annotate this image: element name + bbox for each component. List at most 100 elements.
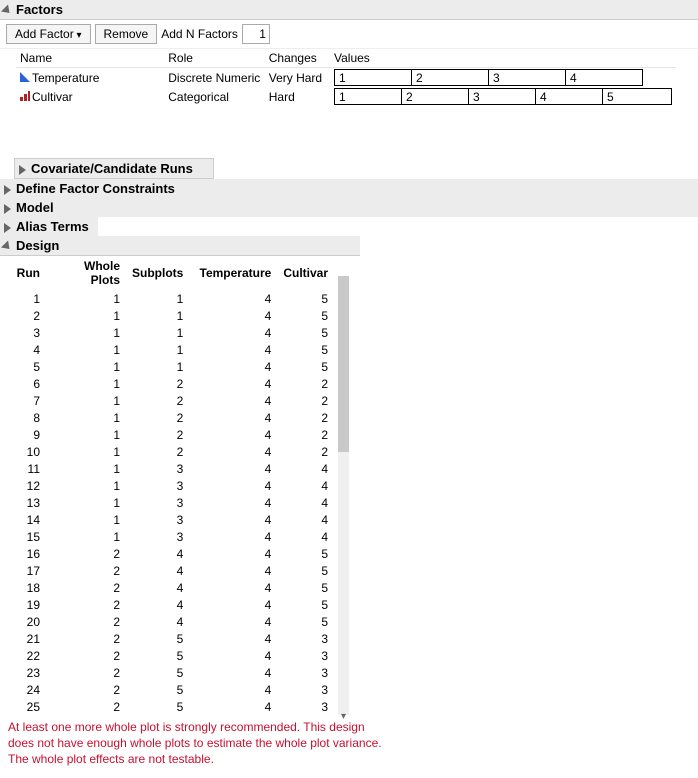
value-cell[interactable]: 3 <box>468 88 536 105</box>
table-row[interactable]: 41145 <box>6 341 334 358</box>
cell-temp: 4 <box>189 477 277 494</box>
table-row[interactable]: 11145 <box>6 290 334 307</box>
cell-cult: 4 <box>277 528 334 545</box>
add-n-input[interactable] <box>242 24 270 44</box>
cell-cult: 5 <box>277 358 334 375</box>
warning-text: At least one more whole plot is strongly… <box>0 715 400 778</box>
cell-temp: 4 <box>189 324 277 341</box>
factor-row[interactable]: TemperatureDiscrete NumericVery Hard1234 <box>16 68 676 88</box>
chevron-down-icon <box>4 6 14 16</box>
cell-whole: 2 <box>46 698 126 715</box>
factor-values[interactable]: 1234 <box>334 69 672 86</box>
table-row[interactable]: 131344 <box>6 494 334 511</box>
factors-body: Name Role Changes Values TemperatureDisc… <box>0 49 698 156</box>
cell-temp: 4 <box>189 341 277 358</box>
panel-title: Alias Terms <box>16 219 89 234</box>
col-role: Role <box>164 49 265 68</box>
cell-cult: 4 <box>277 511 334 528</box>
table-row[interactable]: 151344 <box>6 528 334 545</box>
table-row[interactable]: 252543 <box>6 698 334 715</box>
table-row[interactable]: 81242 <box>6 409 334 426</box>
cell-whole: 2 <box>46 681 126 698</box>
value-cell[interactable]: 3 <box>488 69 566 86</box>
cell-run: 14 <box>6 511 46 528</box>
scrollbar[interactable]: ▾ <box>338 276 349 715</box>
value-cell[interactable]: 4 <box>565 69 643 86</box>
table-row[interactable]: 111344 <box>6 460 334 477</box>
cell-cult: 5 <box>277 613 334 630</box>
cell-whole: 2 <box>46 562 126 579</box>
table-row[interactable]: 51145 <box>6 358 334 375</box>
add-factor-button[interactable]: Add Factor <box>6 24 91 44</box>
chevron-right-icon <box>4 185 14 195</box>
factor-row[interactable]: CultivarCategoricalHard12345 <box>16 87 676 106</box>
cell-run: 11 <box>6 460 46 477</box>
panel-constraints-header[interactable]: Define Factor Constraints <box>0 179 698 198</box>
cell-whole: 1 <box>46 290 126 307</box>
cell-cult: 5 <box>277 545 334 562</box>
table-row[interactable]: 242543 <box>6 681 334 698</box>
table-row[interactable]: 182445 <box>6 579 334 596</box>
cell-sub: 4 <box>126 596 189 613</box>
design-area: Run Whole Plots Subplots Temperature Cul… <box>0 256 698 715</box>
cell-whole: 1 <box>46 375 126 392</box>
cell-cult: 5 <box>277 324 334 341</box>
value-cell[interactable]: 4 <box>535 88 603 105</box>
table-row[interactable]: 172445 <box>6 562 334 579</box>
scroll-down-icon[interactable]: ▾ <box>337 709 350 723</box>
panel-alias-header[interactable]: Alias Terms <box>0 217 98 236</box>
value-cell[interactable]: 2 <box>411 69 489 86</box>
table-row[interactable]: 202445 <box>6 613 334 630</box>
factor-role: Categorical <box>164 87 265 106</box>
cell-cult: 5 <box>277 579 334 596</box>
cell-sub: 1 <box>126 307 189 324</box>
factor-name: Temperature <box>32 71 99 85</box>
value-cell[interactable]: 5 <box>602 88 672 105</box>
cell-run: 12 <box>6 477 46 494</box>
cell-temp: 4 <box>189 460 277 477</box>
table-row[interactable]: 141344 <box>6 511 334 528</box>
cell-temp: 4 <box>189 579 277 596</box>
table-row[interactable]: 121344 <box>6 477 334 494</box>
table-row[interactable]: 192445 <box>6 596 334 613</box>
panel-design-header[interactable]: Design <box>0 236 360 256</box>
cell-run: 23 <box>6 664 46 681</box>
value-cell[interactable]: 1 <box>334 69 412 86</box>
cell-run: 7 <box>6 392 46 409</box>
factor-values[interactable]: 12345 <box>334 88 672 105</box>
table-row[interactable]: 232543 <box>6 664 334 681</box>
factor-changes: Very Hard <box>265 68 330 88</box>
cell-temp: 4 <box>189 409 277 426</box>
cell-cult: 3 <box>277 630 334 647</box>
table-row[interactable]: 31145 <box>6 324 334 341</box>
table-row[interactable]: 21145 <box>6 307 334 324</box>
value-cell[interactable]: 2 <box>401 88 469 105</box>
panel-factors-header[interactable]: Factors <box>0 0 698 20</box>
table-row[interactable]: 61242 <box>6 375 334 392</box>
table-row[interactable]: 101242 <box>6 443 334 460</box>
cell-run: 8 <box>6 409 46 426</box>
cell-temp: 4 <box>189 358 277 375</box>
cell-whole: 2 <box>46 647 126 664</box>
table-row[interactable]: 212543 <box>6 630 334 647</box>
panel-model-header[interactable]: Model <box>0 198 698 217</box>
cell-run: 19 <box>6 596 46 613</box>
remove-button[interactable]: Remove <box>95 24 158 44</box>
table-row[interactable]: 91242 <box>6 426 334 443</box>
col-sub: Subplots <box>126 256 189 290</box>
cell-run: 20 <box>6 613 46 630</box>
cell-cult: 3 <box>277 698 334 715</box>
table-row[interactable]: 222543 <box>6 647 334 664</box>
chevron-right-icon <box>4 204 14 214</box>
cell-sub: 2 <box>126 392 189 409</box>
cell-sub: 4 <box>126 579 189 596</box>
value-cell[interactable]: 1 <box>334 88 402 105</box>
panel-title: Factors <box>16 2 63 17</box>
scrollbar-thumb[interactable] <box>338 276 349 452</box>
factors-table: Name Role Changes Values TemperatureDisc… <box>16 49 676 106</box>
cell-cult: 4 <box>277 460 334 477</box>
table-row[interactable]: 162445 <box>6 545 334 562</box>
panel-covariate-header[interactable]: Covariate/Candidate Runs <box>14 158 214 179</box>
col-cult: Cultivar <box>277 256 334 290</box>
table-row[interactable]: 71242 <box>6 392 334 409</box>
